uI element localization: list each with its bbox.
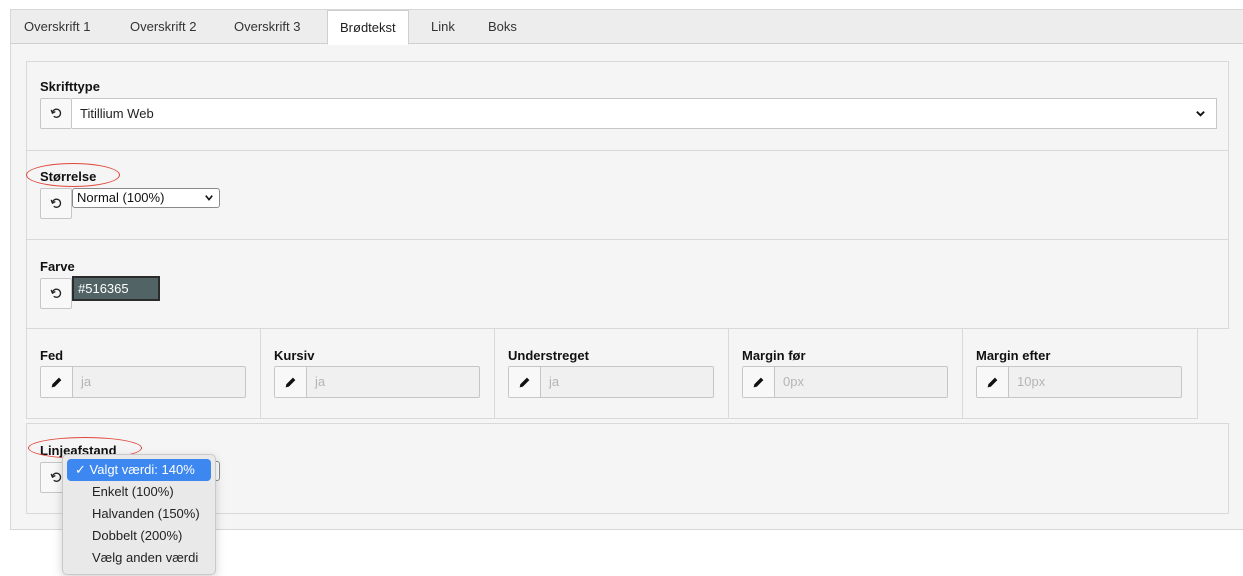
- underline-panel: Understreget ja: [494, 328, 729, 419]
- option-selected-value[interactable]: ✓ Valgt værdi: 140%: [67, 459, 211, 481]
- color-label: Farve: [40, 259, 75, 274]
- settings-frame: Overskrift 1 Overskrift 2 Overskrift 3 B…: [10, 9, 1243, 530]
- option-single[interactable]: Enkelt (100%): [67, 481, 211, 503]
- margin-before-panel: Margin før 0px: [728, 328, 963, 419]
- bold-label: Fed: [40, 348, 64, 363]
- italic-panel: Kursiv ja: [260, 328, 495, 419]
- pencil-icon[interactable]: [509, 367, 541, 397]
- tab-bar: Overskrift 1 Overskrift 2 Overskrift 3 B…: [11, 10, 1243, 45]
- chevron-down-icon: [1196, 111, 1205, 117]
- bold-placeholder: ja: [81, 374, 92, 389]
- font-reset-button[interactable]: [40, 98, 72, 129]
- margin-before-field[interactable]: 0px: [742, 366, 948, 398]
- color-panel: Farve #516365: [26, 239, 1229, 329]
- underline-placeholder: ja: [549, 374, 560, 389]
- bold-panel: Fed ja: [26, 328, 261, 419]
- chevron-down-icon: [205, 195, 213, 201]
- margin-after-label: Margin efter: [976, 348, 1051, 363]
- margin-after-placeholder: 10px: [1017, 374, 1046, 389]
- tab-boks[interactable]: Boks: [476, 10, 529, 44]
- size-panel: Størrelse Normal (100%): [26, 150, 1229, 240]
- reset-icon: [50, 288, 61, 298]
- option-one-and-half[interactable]: Halvanden (150%): [67, 503, 211, 525]
- underline-field[interactable]: ja: [508, 366, 714, 398]
- tab-overskrift-2[interactable]: Overskrift 2: [118, 10, 208, 44]
- italic-placeholder: ja: [315, 374, 326, 389]
- line-height-dropdown: ✓ Valgt værdi: 140% Enkelt (100%) Halvan…: [62, 454, 216, 575]
- italic-label: Kursiv: [274, 348, 315, 363]
- color-input[interactable]: #516365: [72, 276, 160, 301]
- pencil-icon[interactable]: [41, 367, 73, 397]
- margin-after-field[interactable]: 10px: [976, 366, 1182, 398]
- pencil-icon[interactable]: [275, 367, 307, 397]
- size-select[interactable]: Normal (100%): [72, 188, 220, 208]
- pencil-icon[interactable]: [743, 367, 775, 397]
- tab-overskrift-1[interactable]: Overskrift 1: [12, 10, 102, 44]
- option-double[interactable]: Dobbelt (200%): [67, 525, 211, 547]
- font-panel: Skrifttype Titillium Web: [26, 61, 1229, 151]
- font-select[interactable]: Titillium Web: [72, 98, 1217, 129]
- margin-after-panel: Margin efter 10px: [962, 328, 1198, 419]
- size-label: Størrelse: [40, 169, 97, 184]
- font-label: Skrifttype: [40, 79, 100, 94]
- color-reset-button[interactable]: [40, 278, 72, 309]
- tab-overskrift-3[interactable]: Overskrift 3: [222, 10, 312, 44]
- size-reset-button[interactable]: [40, 188, 72, 219]
- font-select-value: Titillium Web: [80, 106, 154, 121]
- option-other-value[interactable]: Vælg anden værdi: [67, 547, 211, 569]
- tab-link[interactable]: Link: [419, 10, 467, 44]
- pencil-icon[interactable]: [977, 367, 1009, 397]
- margin-before-label: Margin før: [742, 348, 806, 363]
- margin-before-placeholder: 0px: [783, 374, 804, 389]
- bold-field[interactable]: ja: [40, 366, 246, 398]
- italic-field[interactable]: ja: [274, 366, 480, 398]
- tab-broedtekst[interactable]: Brødtekst: [327, 10, 409, 45]
- size-select-value: Normal (100%): [77, 190, 165, 205]
- reset-icon: [50, 108, 61, 118]
- reset-icon: [50, 472, 61, 482]
- underline-label: Understreget: [508, 348, 589, 363]
- reset-icon: [50, 198, 61, 208]
